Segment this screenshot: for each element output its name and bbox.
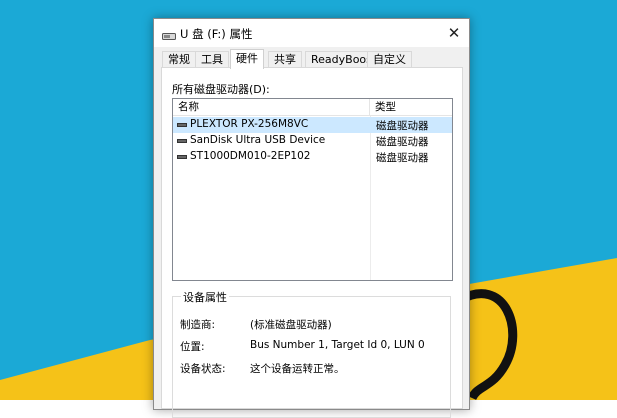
disk-drive-icon (177, 139, 187, 143)
properties-dialog: U 盘 (F:) 属性 ✕ 常规 工具 硬件 共享 ReadyBoost 自定义… (153, 18, 470, 418)
column-divider (370, 116, 371, 280)
drive-type: 磁盘驱动器 (376, 136, 429, 148)
tab-general[interactable]: 常规 (162, 51, 196, 68)
tab-sharing[interactable]: 共享 (268, 51, 302, 68)
tab-tools[interactable]: 工具 (195, 51, 229, 68)
status-value: 这个设备运转正常。 (250, 363, 345, 375)
drive-row[interactable]: ST1000DM010-2EP102 (173, 149, 370, 165)
drives-list[interactable]: 名称 类型 PLEXTOR PX-256M8VC 磁盘驱动器 SanDisk U… (172, 98, 453, 281)
column-header-name[interactable]: 名称 (173, 99, 370, 116)
drive-name: ST1000DM010-2EP102 (190, 150, 311, 162)
close-button[interactable]: ✕ (439, 19, 469, 47)
tab-hardware[interactable]: 硬件 (230, 49, 264, 69)
drive-row[interactable]: SanDisk Ultra USB Device (173, 133, 370, 149)
drive-row-selected[interactable]: PLEXTOR PX-256M8VC (173, 117, 370, 133)
location-label: 位置: (180, 341, 205, 353)
drive-name: SanDisk Ultra USB Device (190, 134, 326, 146)
device-properties-title: 设备属性 (181, 289, 229, 305)
disk-drive-icon (177, 123, 187, 127)
status-label: 设备状态: (180, 363, 226, 375)
tab-customize[interactable]: 自定义 (367, 51, 412, 68)
disk-drive-icon (177, 155, 187, 159)
manufacturer-value: (标准磁盘驱动器) (250, 319, 332, 331)
window-title: U 盘 (F:) 属性 (180, 27, 253, 41)
drive-type: 磁盘驱动器 (376, 152, 429, 164)
drives-list-label: 所有磁盘驱动器(D): (172, 83, 270, 96)
title-bar[interactable]: U 盘 (F:) 属性 ✕ (154, 19, 469, 47)
drive-name: PLEXTOR PX-256M8VC (190, 118, 309, 130)
manufacturer-label: 制造商: (180, 319, 216, 331)
column-header-type[interactable]: 类型 (370, 99, 452, 116)
hardware-panel: 所有磁盘驱动器(D): 名称 类型 PLEXTOR PX-256M8VC 磁盘驱… (161, 67, 463, 418)
drive-icon (162, 29, 176, 40)
location-value: Bus Number 1, Target Id 0, LUN 0 (250, 339, 425, 351)
drive-type: 磁盘驱动器 (376, 120, 429, 132)
